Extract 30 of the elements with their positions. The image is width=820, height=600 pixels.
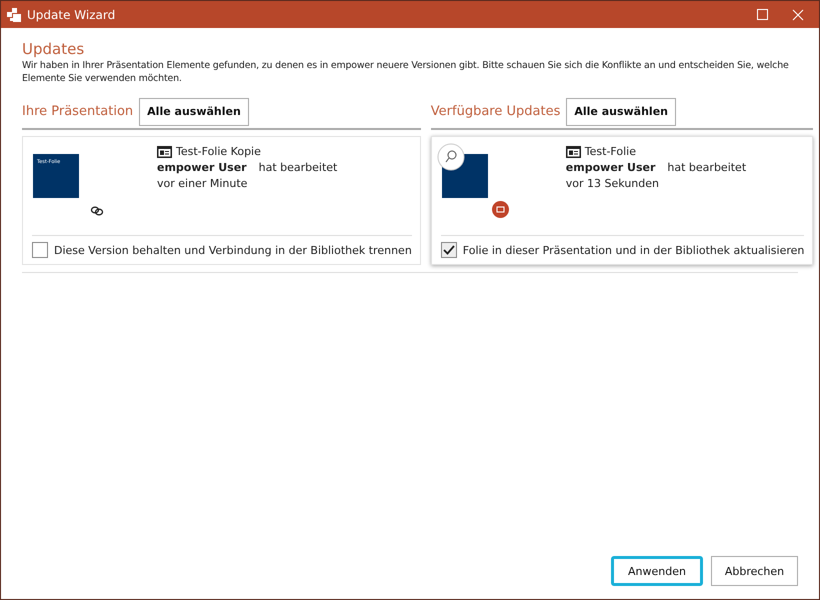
time-text: vor 13 Sekunden bbox=[566, 177, 660, 190]
column-title: Verfügbare Updates bbox=[430, 104, 560, 119]
select-all-button[interactable]: Alle auswählen bbox=[566, 98, 676, 126]
select-all-button[interactable]: Alle auswählen bbox=[139, 98, 249, 126]
sync-badge-icon bbox=[492, 201, 509, 218]
checkbox[interactable] bbox=[440, 242, 457, 258]
action-text: hat bearbeitet bbox=[258, 161, 338, 174]
maximize-icon[interactable] bbox=[756, 9, 768, 20]
dialog-button[interactable]: Anwenden bbox=[611, 556, 703, 586]
page-heading: Updates bbox=[22, 40, 86, 58]
slide-icon bbox=[566, 146, 581, 158]
option-label: Folie in dieser Präsentation und in der Bibliothek aktualisieren bbox=[462, 244, 804, 256]
column-title: Ihre Präsentation bbox=[22, 104, 134, 119]
user-name: empower User bbox=[157, 161, 247, 174]
slide-name: Test-Folie Kopie bbox=[176, 145, 261, 158]
slide-icon bbox=[157, 146, 172, 158]
magnifier-icon[interactable] bbox=[436, 143, 465, 171]
dialog-button[interactable]: Abbrechen bbox=[711, 556, 798, 586]
slide-name: Test-Folie bbox=[584, 145, 636, 158]
user-name: empower User bbox=[566, 161, 656, 174]
checkbox[interactable] bbox=[32, 242, 48, 258]
window-title: Update Wizard bbox=[27, 8, 116, 22]
action-text: hat bearbeitet bbox=[667, 161, 746, 174]
app-logo-icon bbox=[7, 8, 21, 22]
close-icon[interactable] bbox=[792, 8, 804, 20]
time-text: vor einer Minute bbox=[157, 177, 248, 190]
link-icon bbox=[90, 205, 104, 217]
option-label: Diese Version behalten und Verbindung in der Bibliothek trennen bbox=[54, 244, 412, 256]
slide-card[interactable]: Test-Folie empower User hat bearbeitet vor 13 Sekunden Folie in dieser Präsentation und in der Bibliothek aktualisieren bbox=[430, 136, 814, 265]
intro-text: Wir haben in Ihrer Präsentation Elemente gefunden, zu denen es in empower neuere Versionen gibt. Bitte schauen Sie sich die Konflikte an und entscheiden Sie, welche Elemente Sie verwenden möchten. bbox=[22, 59, 790, 85]
